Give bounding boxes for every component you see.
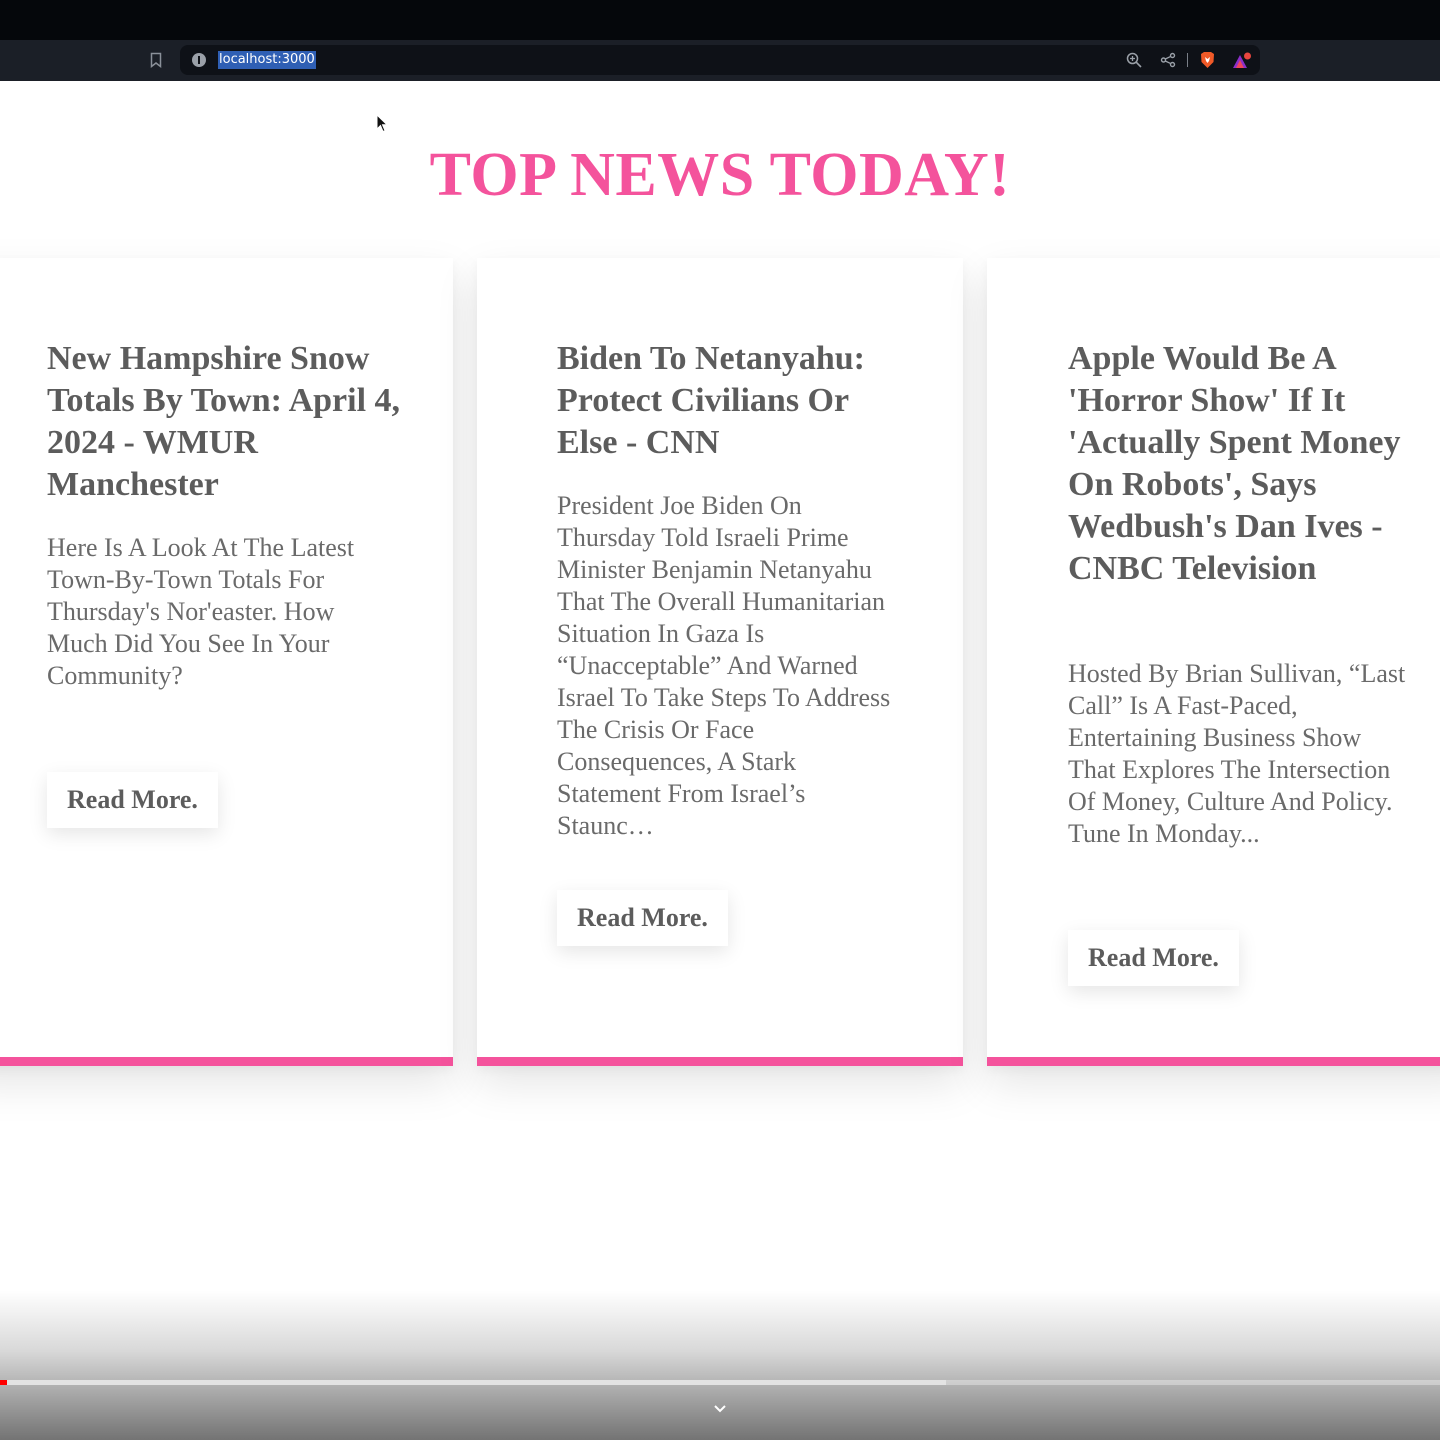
read-more-button[interactable]: Read More.	[557, 890, 728, 946]
screen-top-bar	[0, 0, 1440, 40]
toolbar-divider	[1187, 53, 1188, 67]
address-bar[interactable]: localhost:3000	[180, 45, 1260, 75]
page-title: TOP NEWS TODAY!	[429, 141, 1011, 209]
bookmark-icon[interactable]	[150, 52, 162, 68]
brave-shields-icon[interactable]	[1199, 51, 1216, 69]
mouse-cursor-icon	[376, 114, 389, 133]
article-title: New Hampshire Snow Totals By Town: April…	[47, 340, 401, 503]
news-card: Biden To Netanyahu: Protect Civilians Or…	[477, 258, 963, 1066]
article-description: Here Is A Look At The Latest Town-By-Tow…	[47, 533, 355, 690]
progress-buffered	[0, 1380, 947, 1385]
url-text[interactable]: localhost:3000	[218, 51, 316, 69]
news-card: New Hampshire Snow Totals By Town: April…	[0, 258, 453, 1066]
browser-toolbar: localhost:3000	[0, 40, 1440, 81]
brave-rewards-icon[interactable]	[1232, 52, 1252, 70]
news-card: Apple Would Be A 'Horror Show' If It 'Ac…	[987, 258, 1440, 1066]
article-description: Hosted By Brian Sullivan, “Last Call” Is…	[1068, 659, 1406, 848]
article-title: Apple Would Be A 'Horror Show' If It 'Ac…	[1068, 340, 1401, 587]
read-more-button[interactable]: Read More.	[47, 772, 218, 828]
zoom-icon[interactable]	[1126, 52, 1142, 68]
article-title: Biden To Netanyahu: Protect Civilians Or…	[557, 340, 865, 461]
chevron-down-icon[interactable]	[712, 1403, 728, 1415]
read-more-button[interactable]: Read More.	[1068, 930, 1239, 986]
share-icon[interactable]	[1160, 52, 1176, 68]
site-info-icon[interactable]	[192, 53, 206, 67]
progress-played	[0, 1380, 8, 1385]
article-description: President Joe Biden On Thursday Told Isr…	[557, 491, 891, 840]
video-progress-bar[interactable]	[0, 1380, 1440, 1385]
video-controls-overlay	[0, 1290, 1440, 1440]
